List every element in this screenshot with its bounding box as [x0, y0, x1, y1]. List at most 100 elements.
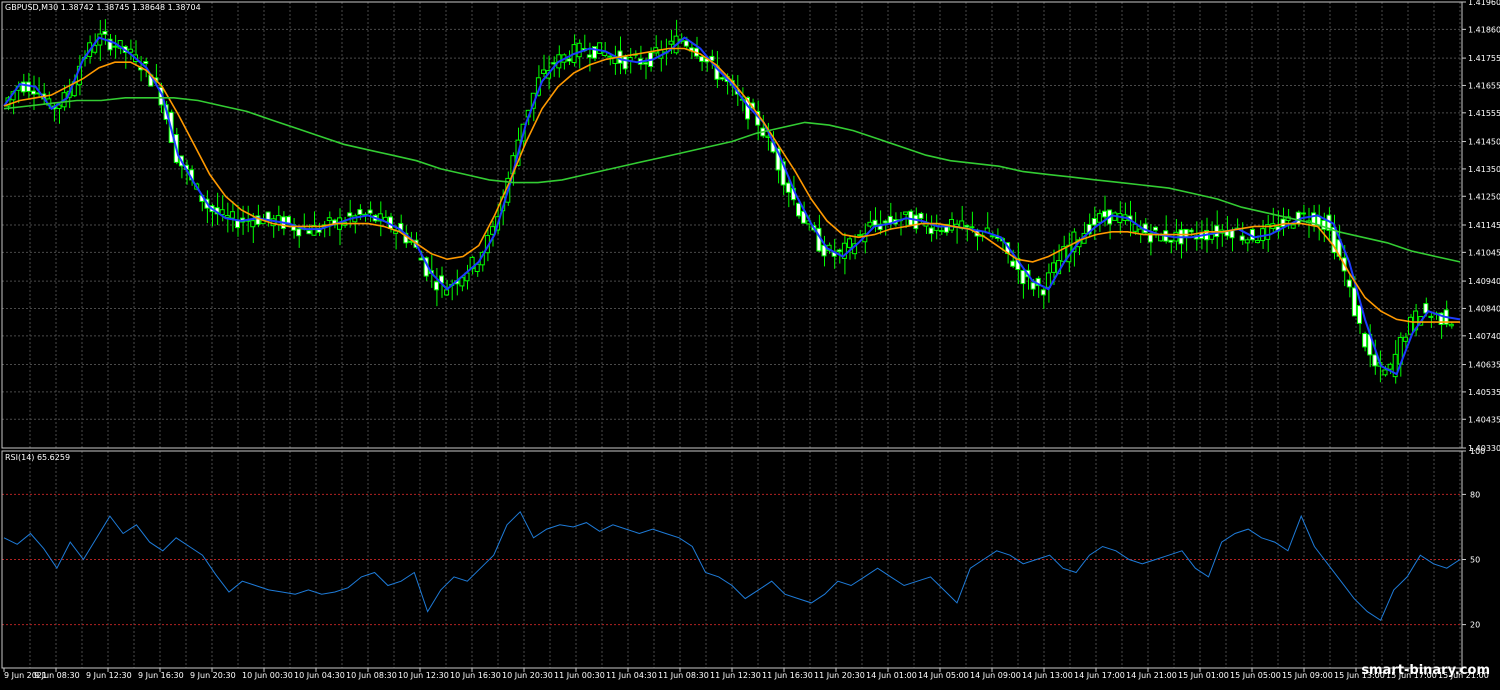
candle-body — [668, 40, 674, 45]
candle-body — [1362, 333, 1368, 348]
candle-body — [1372, 354, 1378, 367]
time-tick-label: 9 Jun 08:30 — [34, 671, 80, 680]
candle-body — [964, 224, 970, 228]
time-tick-label: 10 Jun 16:30 — [450, 671, 501, 680]
price-tick-label: 1.41045 — [1468, 248, 1500, 257]
candle-body — [622, 56, 628, 70]
candle-body — [566, 58, 572, 62]
time-tick-label: 10 Jun 04:30 — [294, 671, 345, 680]
candle-body — [836, 249, 842, 253]
candle-body — [444, 289, 450, 296]
price-tick-label: 1.41860 — [1468, 25, 1500, 34]
candle-body — [1010, 260, 1016, 267]
candle-body — [785, 182, 791, 193]
candle-body — [275, 215, 281, 226]
time-tick-label: 11 Jun 00:30 — [554, 671, 605, 680]
candle-body — [607, 55, 613, 58]
price-tick-label: 1.41755 — [1468, 54, 1500, 63]
time-tick-label: 14 Jun 01:00 — [866, 671, 917, 680]
price-tick-label: 1.41450 — [1468, 138, 1500, 147]
candle-body — [1448, 323, 1454, 327]
candle-body — [250, 220, 256, 228]
time-tick-label: 15 Jun 05:00 — [1230, 671, 1281, 680]
price-tick-label: 1.41555 — [1468, 109, 1500, 118]
time-tick-label: 10 Jun 12:30 — [398, 671, 449, 680]
candle-body — [938, 230, 944, 233]
candle-body — [765, 135, 771, 138]
candle-body — [1091, 218, 1097, 226]
candle-body — [1260, 228, 1266, 242]
time-tick-label: 11 Jun 12:30 — [710, 671, 761, 680]
symbol-info: GBPUSD,M30 1.38742 1.38745 1.38648 1.387… — [5, 3, 201, 12]
candle-body — [1351, 287, 1357, 317]
candle-body — [541, 69, 546, 74]
time-tick-label: 11 Jun 04:30 — [606, 671, 657, 680]
candle-body — [418, 257, 424, 261]
time-tick-label: 10 Jun 20:30 — [502, 671, 553, 680]
candle-body — [357, 209, 363, 216]
candle-body — [1153, 226, 1158, 231]
time-tick-label: 14 Jun 09:00 — [970, 671, 1021, 680]
candle-body — [1096, 213, 1102, 223]
time-tick-label: 9 Jun 16:30 — [138, 671, 184, 680]
candle-body — [903, 211, 909, 215]
candle-body — [31, 90, 36, 95]
candle-body — [1387, 363, 1393, 370]
candle-body — [949, 219, 954, 231]
candle-body — [796, 202, 801, 217]
candle-body — [433, 281, 439, 291]
candle-body — [847, 238, 852, 248]
candle-body — [643, 62, 648, 65]
candle-body — [1357, 305, 1362, 324]
price-tick-label: 1.40840 — [1468, 304, 1500, 313]
price-tick-label: 1.40940 — [1468, 277, 1500, 286]
candle-body — [586, 54, 592, 58]
price-tick-label: 1.40740 — [1468, 332, 1500, 341]
candle-body — [576, 42, 582, 58]
candle-body — [918, 212, 924, 219]
rsi-tick-label: 100 — [1470, 447, 1485, 456]
candle-body — [1188, 229, 1194, 233]
candle-body — [1051, 262, 1056, 273]
candle-body — [367, 209, 373, 214]
time-tick-label: 9 Jun 20:30 — [190, 671, 236, 680]
rsi-tick-label: 80 — [1470, 490, 1480, 499]
candle-body — [306, 230, 312, 235]
candle-body — [872, 219, 878, 226]
candle-body — [683, 40, 689, 47]
time-tick-label: 14 Jun 17:00 — [1074, 671, 1125, 680]
candle-body — [1244, 239, 1250, 244]
candle-body — [102, 30, 108, 35]
candle-body — [719, 77, 725, 80]
rsi-info: RSI(14) 65.6259 — [5, 453, 70, 462]
candle-body — [597, 42, 603, 54]
candle-body — [1428, 315, 1434, 318]
time-tick-label: 15 Jun 09:00 — [1282, 671, 1333, 680]
time-tick-label: 11 Jun 20:30 — [814, 671, 865, 680]
candle-body — [143, 61, 149, 65]
candle-body — [1183, 228, 1189, 239]
price-tick-label: 1.41655 — [1468, 81, 1500, 90]
time-tick-label: 15 Jun 01:00 — [1178, 671, 1229, 680]
candle-body — [1300, 212, 1306, 215]
candle-body — [913, 214, 919, 230]
candle-body — [347, 212, 353, 217]
candle-body — [490, 226, 495, 235]
candle-body — [1030, 282, 1036, 290]
candle-body — [857, 234, 863, 237]
candle-body — [235, 220, 240, 229]
candle-body — [1239, 235, 1245, 241]
candle-body — [1040, 289, 1046, 296]
price-tick-label: 1.40435 — [1468, 415, 1500, 424]
time-tick-label: 11 Jun 08:30 — [658, 671, 709, 680]
price-tick-label: 1.41350 — [1468, 165, 1500, 174]
price-tick-label: 1.41145 — [1468, 221, 1500, 230]
candle-body — [969, 226, 975, 229]
candle-body — [1168, 239, 1174, 243]
candle-body — [1290, 224, 1296, 229]
candle-body — [928, 227, 934, 235]
candle-body — [1209, 233, 1215, 240]
rsi-tick-label: 20 — [1470, 621, 1480, 630]
time-tick-label: 14 Jun 05:00 — [918, 671, 969, 680]
candle-body — [1020, 270, 1026, 285]
